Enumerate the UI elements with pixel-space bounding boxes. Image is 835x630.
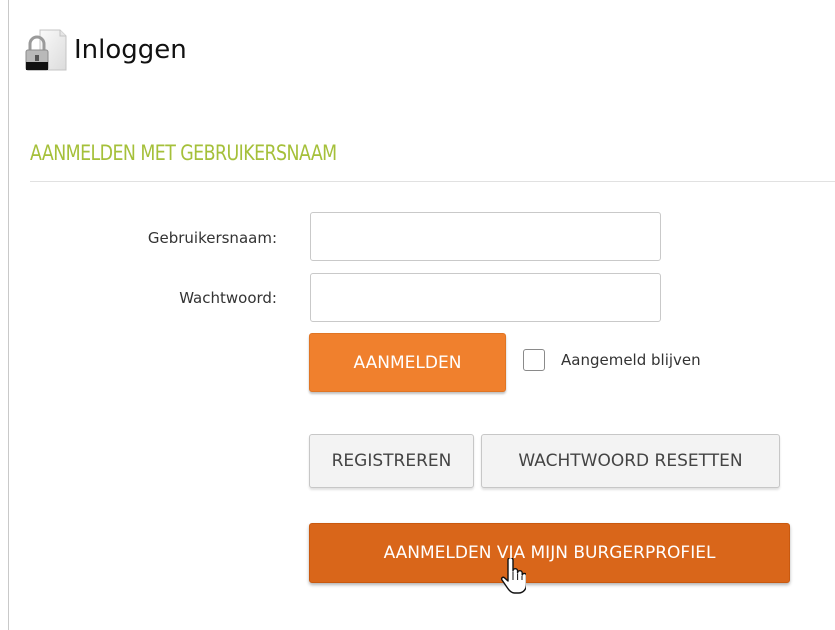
login-button[interactable]: AANMELDEN xyxy=(309,333,506,392)
page-title: Inloggen xyxy=(74,35,187,65)
register-button[interactable]: REGISTREREN xyxy=(309,434,474,488)
password-label: Wachtwoord: xyxy=(179,289,277,307)
password-input[interactable] xyxy=(310,273,661,322)
remember-me[interactable]: Aangemeld blijven xyxy=(523,349,701,371)
remember-checkbox[interactable] xyxy=(523,349,545,371)
username-input[interactable] xyxy=(310,212,661,261)
page-header: Inloggen xyxy=(22,28,187,72)
remember-label: Aangemeld blijven xyxy=(561,351,701,369)
section-divider xyxy=(30,181,835,182)
username-label: Gebruikersnaam: xyxy=(147,229,277,247)
lock-document-icon xyxy=(25,29,67,71)
section-title: AANMELDEN MET GEBRUIKERSNAAM xyxy=(30,141,337,165)
hand-pointer-icon xyxy=(500,558,526,594)
burgerprofiel-login-button[interactable]: AANMELDEN VIA MIJN BURGERPROFIEL xyxy=(309,523,790,583)
reset-password-button[interactable]: WACHTWOORD RESETTEN xyxy=(481,434,780,488)
